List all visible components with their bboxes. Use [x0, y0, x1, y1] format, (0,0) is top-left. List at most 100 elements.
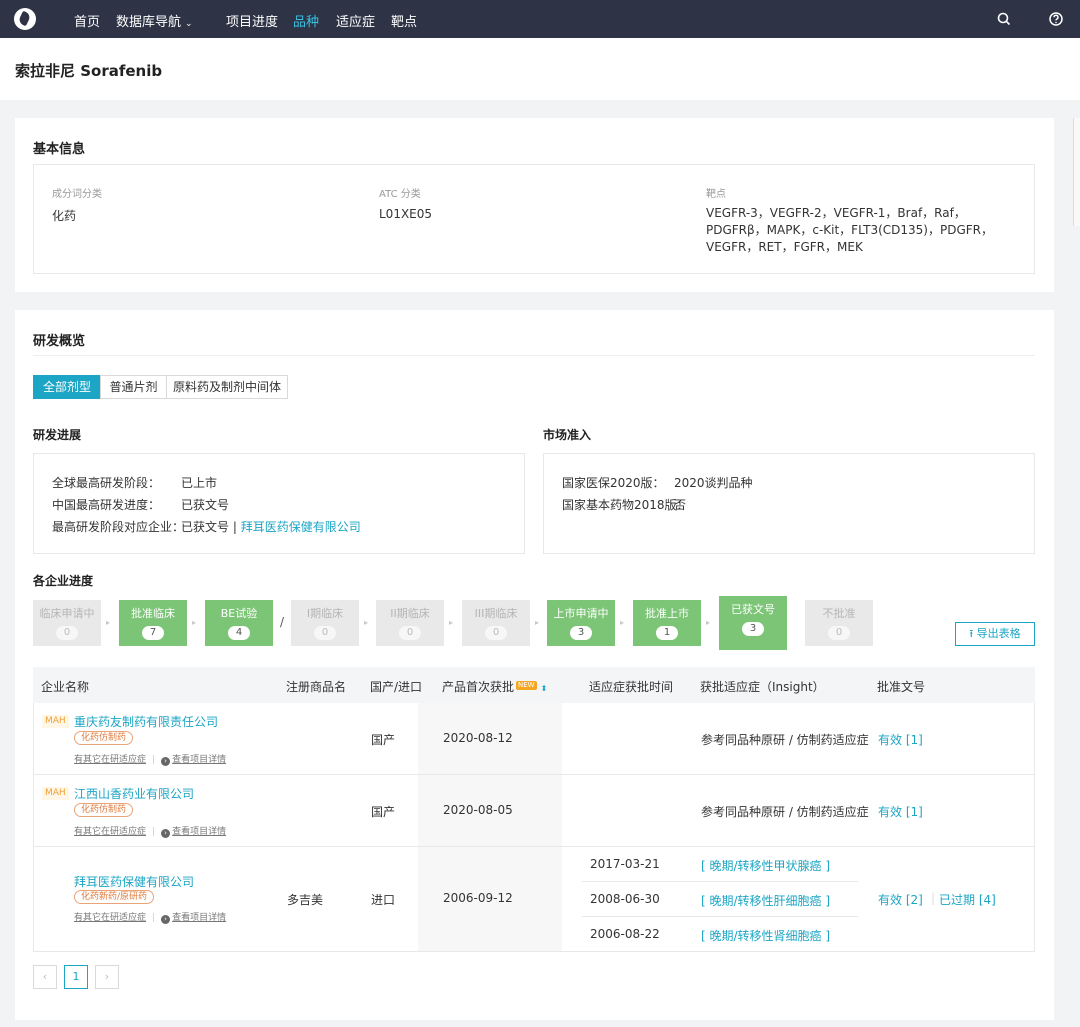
stage-name: I期临床 — [306, 607, 344, 620]
nrdl-2020-value[interactable]: 2020谈判品种 — [674, 474, 753, 491]
stage-count: 0 — [485, 626, 507, 640]
stage-rejected[interactable]: 不批准 0 — [805, 600, 873, 646]
stage-phase-1[interactable]: I期临床 0 — [291, 600, 359, 646]
view-project-link[interactable]: 查看项目详情 — [172, 755, 226, 765]
essential-drug-label: 国家基本药物2018版： — [562, 498, 689, 512]
approval-valid-link[interactable]: 有效 [1] — [878, 803, 923, 820]
sort-icon[interactable]: ⬍ — [541, 684, 548, 693]
stage-market-approved[interactable]: 批准上市 1 — [633, 600, 701, 646]
th-first-approval[interactable]: 产品首次获批 NEW ⬍ — [442, 678, 547, 695]
arrow-icon: ▸ — [364, 618, 369, 627]
rd-progress-title: 研发进展 — [33, 428, 82, 442]
indication-link[interactable]: [ 晚期/转移性甲状腺癌 ] — [701, 857, 830, 874]
drug-type-tag: 化药仿制药 — [74, 803, 134, 817]
other-indications-link[interactable]: 有其它在研适应症 — [74, 827, 146, 837]
essential-drug-value: 否 — [674, 498, 687, 512]
search-icon[interactable] — [996, 11, 1012, 27]
other-indications-link[interactable]: 有其它在研适应症 — [74, 913, 146, 923]
approval-valid-link[interactable]: 有效 [1] — [878, 731, 923, 748]
indication-cell: 参考同品种原研 / 仿制药适应症 — [701, 733, 869, 747]
origin-cell: 国产 — [371, 733, 396, 747]
separator-slash: / — [280, 615, 285, 629]
subrow-divider — [582, 881, 692, 882]
table-header: 企业名称 注册商品名 国产/进口 产品首次获批 NEW ⬍ 适应症获批时间 获批适应… — [33, 667, 1035, 703]
scrollbar[interactable] — [1073, 118, 1080, 226]
stage-name: II期临床 — [390, 607, 430, 620]
market-access-title: 市场准入 — [543, 428, 592, 442]
drug-type-tag: 化药新药/原研药 — [74, 890, 155, 904]
arrow-icon: ▸ — [192, 618, 197, 627]
arrow-icon: ▸ — [535, 618, 540, 627]
pager-page-1[interactable]: 1 — [64, 965, 88, 989]
tab-api-intermediate[interactable]: 原料药及制剂中间体 — [166, 375, 288, 399]
atc-class-label: ATC 分类 — [379, 189, 421, 200]
tab-all-forms[interactable]: 全部剂型 — [33, 375, 101, 399]
indication-link[interactable]: [ 晚期/转移性肾细胞癌 ] — [701, 927, 830, 944]
first-approval-cell: 2006-09-12 — [443, 891, 513, 905]
atc-class-value: L01XE05 — [379, 207, 433, 221]
th-indication[interactable]: 获批适应症（Insight） — [700, 678, 825, 695]
logo-icon[interactable] — [14, 8, 36, 30]
stage-market-application[interactable]: 上市申请中 3 — [547, 600, 615, 646]
target-label: 靶点 — [706, 189, 726, 200]
tab-tablet[interactable]: 普通片剂 — [100, 375, 167, 399]
company-link[interactable]: 江西山香药业有限公司 — [74, 785, 194, 802]
stage-name: 批准上市 — [645, 607, 689, 620]
market-access-box: 国家医保2020版： 2020谈判品种 国家基本药物2018版： 否 — [543, 453, 1035, 554]
stage-phase-3[interactable]: III期临床 0 — [462, 600, 530, 646]
nav-target[interactable]: 靶点 — [391, 11, 417, 30]
separator: | — [152, 827, 156, 837]
th-company[interactable]: 企业名称 — [41, 678, 89, 695]
nav-indication[interactable]: 适应症 — [336, 11, 375, 30]
indication-cell: 参考同品种原研 / 仿制药适应症 — [701, 805, 869, 819]
table-row: MAH 重庆药友制药有限责任公司 化药仿制药 有其它在研适应症 | › 查看项目详情 … — [33, 703, 1035, 775]
global-stage-value: 已上市 — [181, 476, 218, 490]
th-indication-date[interactable]: 适应症获批时间 — [589, 678, 673, 695]
target-value: VEGFR-3，VEGFR-2，VEGFR-1，Braf，Raf，PDGFRβ，… — [706, 206, 993, 254]
th-approval-number[interactable]: 批准文号 — [877, 678, 925, 695]
stage-count: 3 — [570, 626, 592, 640]
other-indications-link[interactable]: 有其它在研适应症 — [74, 755, 146, 765]
view-project-link[interactable]: 查看项目详情 — [172, 827, 226, 837]
nav-variety[interactable]: 品种 — [293, 11, 319, 30]
stage-count: 7 — [142, 626, 164, 640]
th-brand[interactable]: 注册商品名 — [286, 678, 346, 695]
top-company-label: 最高研发阶段对应企业： — [52, 520, 185, 534]
global-stage-label: 全球最高研发阶段： — [52, 476, 161, 490]
stage-clinical-approved[interactable]: 批准临床 7 — [119, 600, 187, 646]
company-sub-links: 有其它在研适应症 | › 查看项目详情 — [74, 910, 226, 924]
company-sub-links: 有其它在研适应症 | › 查看项目详情 — [74, 752, 226, 766]
pager-prev-button[interactable]: ‹ — [33, 965, 57, 989]
company-link[interactable]: 重庆药友制药有限责任公司 — [74, 713, 218, 730]
nav-home[interactable]: 首页 — [74, 11, 100, 30]
rd-progress-box: 全球最高研发阶段： 已上市 中国最高研发进度： 已获文号 最高研发阶段对应企业：… — [33, 453, 525, 554]
approval-valid-link[interactable]: 有效 [2] — [878, 891, 923, 908]
first-approval-cell: 2020-08-05 — [443, 803, 513, 817]
top-company-link[interactable]: 拜耳医药保健有限公司 — [241, 520, 361, 534]
subrow-divider — [692, 881, 858, 882]
basic-info-box: 成分词分类 化药 ATC 分类 L01XE05 靶点 VEGFR-3，VEGFR… — [33, 164, 1035, 274]
export-table-button[interactable]: ⭱ 导出表格 — [955, 622, 1035, 646]
th-first-approval-label: 产品首次获批 — [442, 680, 515, 694]
stage-name: III期临床 — [474, 607, 518, 620]
stage-count: 4 — [228, 626, 250, 640]
th-origin[interactable]: 国产/进口 — [370, 678, 422, 695]
pager-next-button[interactable]: › — [95, 965, 119, 989]
company-link[interactable]: 拜耳医药保健有限公司 — [74, 873, 194, 890]
stage-phase-2[interactable]: II期临床 0 — [376, 600, 444, 646]
indication-date-cell: 2017-03-21 — [590, 857, 660, 871]
stage-be-trial[interactable]: BE试验 4 — [205, 600, 273, 646]
separator: | — [931, 891, 936, 905]
new-badge: NEW — [516, 681, 537, 690]
indication-link[interactable]: [ 晚期/转移性肝细胞癌 ] — [701, 892, 830, 909]
nav-db-guide[interactable]: 数据库导航 ⌄ — [116, 11, 193, 30]
separator: | — [152, 913, 156, 923]
export-table-label: 导出表格 — [976, 627, 1021, 640]
help-icon[interactable] — [1048, 11, 1064, 27]
view-project-link[interactable]: 查看项目详情 — [172, 913, 226, 923]
approval-expired-link[interactable]: 已过期 [4] — [939, 891, 996, 908]
arrow-circle-icon: › — [161, 829, 171, 838]
stage-clinical-application[interactable]: 临床申请中 0 — [33, 600, 101, 646]
stage-approval-number[interactable]: 已获文号 3 — [719, 596, 787, 650]
nav-project-progress[interactable]: 项目进度 — [226, 11, 278, 30]
